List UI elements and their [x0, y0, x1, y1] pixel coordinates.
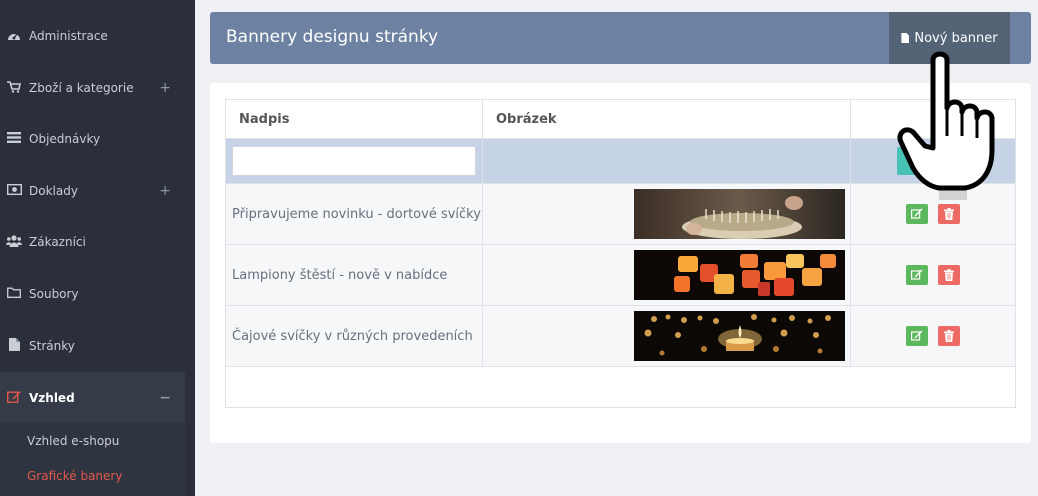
list-icon	[5, 132, 23, 146]
dashboard-icon	[5, 29, 23, 44]
document-icon	[901, 33, 910, 43]
edit-icon	[911, 330, 923, 341]
table-row[interactable]: Lampiony štěstí - nově v nabídce	[225, 244, 1016, 306]
empty-row	[225, 366, 1016, 408]
edit-icon	[5, 390, 23, 406]
banner-title: Lampiony štěstí - nově v nabídce	[225, 244, 483, 306]
sidebar-item-objednavky[interactable]: Objednávky	[0, 113, 185, 165]
trash-icon	[944, 269, 955, 281]
collapse-icon[interactable]: −	[159, 390, 171, 406]
sidebar-item-label: Doklady	[29, 184, 78, 198]
sidebar-item-label: Soubory	[29, 287, 79, 301]
file-icon	[5, 338, 23, 354]
sidebar-item-label: Zákazníci	[29, 235, 86, 249]
banner-title: Připravujeme novinku - dortové svíčky	[225, 183, 483, 245]
sidebar-item-label: Objednávky	[29, 132, 101, 146]
money-icon	[5, 183, 23, 198]
sidebar-item-administrace[interactable]: Administrace	[0, 10, 185, 62]
table-row[interactable]: Čajové svíčky v různých provedeních	[225, 305, 1016, 367]
users-icon	[5, 234, 23, 250]
sidebar-item-zbozi[interactable]: Zboží a kategorie +	[0, 62, 185, 114]
column-header-image[interactable]: Obrázek	[481, 99, 852, 139]
sidebar-item-soubory[interactable]: Soubory	[0, 268, 185, 320]
expand-icon[interactable]: +	[159, 80, 171, 96]
delete-button[interactable]	[938, 204, 961, 224]
banner-image-tea-candles	[634, 311, 846, 361]
page-title: Bannery designu stránky	[226, 27, 439, 47]
edit-icon	[911, 269, 923, 280]
sidebar-item-stranky[interactable]: Stránky	[0, 320, 185, 372]
new-banner-label: Nový banner	[914, 30, 998, 46]
sidebar: Administrace Zboží a kategorie + Objedná…	[0, 0, 195, 496]
sidebar-item-label: Zboží a kategorie	[29, 81, 134, 95]
sidebar-submenu: Vzhled e-shopu Grafické banery	[0, 422, 185, 496]
edit-button[interactable]	[906, 265, 929, 285]
delete-button[interactable]	[938, 326, 961, 346]
banner-title: Čajové svíčky v různých provedeních	[225, 305, 483, 367]
sidebar-subitem-vzhled-eshopu[interactable]: Vzhled e-shopu	[27, 434, 119, 448]
hand-pointer-icon	[897, 51, 995, 200]
title-filter-input[interactable]	[232, 146, 476, 176]
banner-image-lanterns	[634, 250, 846, 300]
folder-icon	[5, 287, 23, 301]
column-header-title[interactable]: Nadpis	[225, 99, 483, 139]
sidebar-item-label: Vzhled	[29, 391, 75, 405]
trash-icon	[944, 208, 955, 220]
expand-icon[interactable]: +	[159, 183, 171, 199]
sidebar-item-label: Stránky	[29, 339, 75, 353]
sidebar-item-zakaznici[interactable]: Zákazníci	[0, 216, 185, 268]
banner-image-cake-candles	[634, 189, 846, 239]
sidebar-item-label: Administrace	[29, 29, 108, 43]
edit-icon	[911, 208, 923, 219]
sidebar-item-vzhled[interactable]: Vzhled −	[0, 372, 185, 424]
delete-button[interactable]	[938, 265, 961, 285]
sidebar-item-doklady[interactable]: Doklady +	[0, 165, 185, 217]
edit-button[interactable]	[906, 204, 929, 224]
trash-icon	[944, 330, 955, 342]
cart-icon	[5, 80, 23, 96]
edit-button[interactable]	[906, 326, 929, 346]
sidebar-subitem-graficke-banery[interactable]: Grafické banery	[27, 469, 122, 483]
